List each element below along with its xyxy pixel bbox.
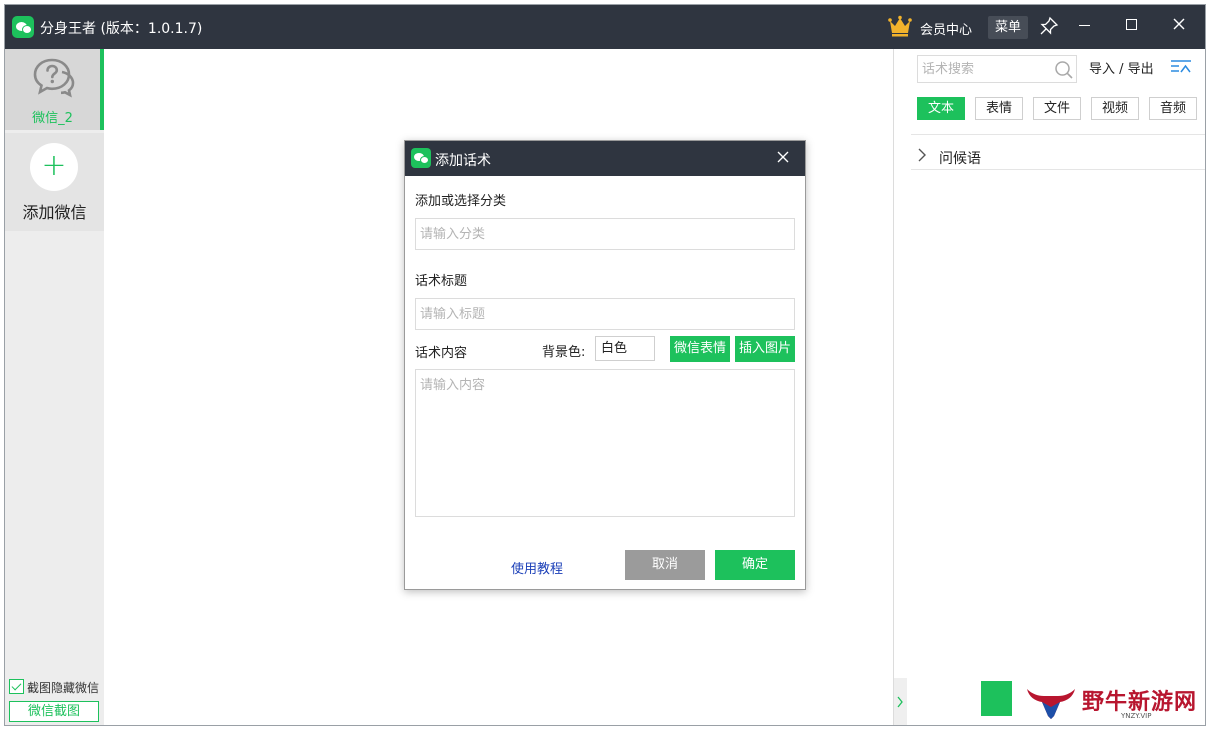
title-bar: 分身王者 (版本：1.0.1.7) 会员中心 菜单 (5, 5, 1205, 49)
content-textarea[interactable] (415, 369, 795, 517)
close-icon[interactable] (1171, 16, 1187, 32)
category-label: 添加或选择分类 (415, 194, 507, 209)
cancel-button[interactable]: 取消 (625, 550, 705, 580)
app-title: 分身王者 (版本：1.0.1.7) (40, 21, 203, 37)
hide-in-screenshot-checkbox[interactable] (9, 679, 24, 694)
menu-button[interactable]: 菜单 (988, 16, 1028, 39)
title-input[interactable] (415, 298, 795, 330)
tab-audio[interactable]: 音频 (1149, 97, 1197, 120)
hide-in-screenshot-option[interactable]: 截图隐藏微信 (8, 678, 104, 696)
account-sidebar: 微信_2 + 添加微信 截图隐藏微信 微信截图 (5, 49, 104, 725)
wechat-screenshot-button[interactable]: 微信截图 (9, 701, 99, 722)
account-name: 微信_2 (32, 111, 73, 126)
quick-reply-panel: 导入 / 导出 文本 表情 文件 视频 音频 问候语 (893, 49, 1205, 725)
crown-icon[interactable] (888, 15, 912, 37)
content-label: 话术内容 (415, 346, 468, 361)
tab-text[interactable]: 文本 (917, 97, 965, 120)
hide-in-screenshot-label: 截图隐藏微信 (27, 681, 100, 695)
wechat-emoji-button[interactable]: 微信表情 (670, 336, 730, 362)
bg-color-select[interactable]: 白色 (595, 336, 655, 361)
chevron-right-icon (918, 148, 926, 162)
group-row[interactable]: 问候语 (911, 141, 1205, 170)
confirm-button[interactable]: 确定 (715, 550, 795, 580)
search-icon[interactable] (1054, 60, 1074, 80)
pin-icon[interactable] (1039, 16, 1059, 36)
chevron-right-icon (897, 696, 903, 708)
add-reply-dialog: 添加话术 添加或选择分类 话术标题 话术内容 背景色: 白色 微信表情 插入图片… (404, 140, 806, 590)
tab-file[interactable]: 文件 (1033, 97, 1081, 120)
tutorial-link[interactable]: 使用教程 (511, 558, 563, 577)
dialog-title: 添加话术 (435, 153, 491, 169)
bg-color-label: 背景色: (542, 345, 586, 360)
maximize-icon[interactable] (1126, 19, 1137, 30)
panel-collapse-toggle[interactable] (894, 678, 907, 725)
add-wechat-button[interactable]: + 添加微信 (5, 133, 104, 231)
app-logo-icon (12, 16, 34, 38)
dialog-logo-icon (411, 148, 431, 168)
insert-image-button[interactable]: 插入图片 (735, 336, 795, 362)
search-box (917, 55, 1077, 83)
dialog-header: 添加话术 (405, 141, 805, 176)
send-button[interactable] (981, 681, 1015, 716)
bull-logo-icon (1027, 689, 1075, 719)
watermark-subtext: YNZY.VIP (1121, 712, 1152, 720)
tab-video[interactable]: 视频 (1091, 97, 1139, 120)
search-input[interactable] (922, 59, 1047, 79)
import-export-link[interactable]: 导入 / 导出 (1089, 58, 1154, 77)
minimize-icon[interactable] (1079, 25, 1090, 26)
tab-emoji[interactable]: 表情 (975, 97, 1023, 120)
category-input[interactable] (415, 218, 795, 250)
tabs-divider (911, 134, 1205, 135)
vip-center-link[interactable]: 会员中心 (920, 19, 972, 38)
account-item[interactable]: 微信_2 (5, 49, 104, 130)
group-label: 问候语 (939, 151, 981, 167)
plus-icon: + (30, 143, 78, 191)
watermark: 野牛新游网 YNZY.VIP (1012, 681, 1205, 725)
question-chat-icon (33, 58, 75, 98)
title-label: 话术标题 (415, 274, 468, 289)
add-wechat-label: 添加微信 (22, 203, 87, 222)
sort-icon[interactable] (1170, 59, 1192, 75)
dialog-close-icon[interactable] (776, 150, 790, 164)
